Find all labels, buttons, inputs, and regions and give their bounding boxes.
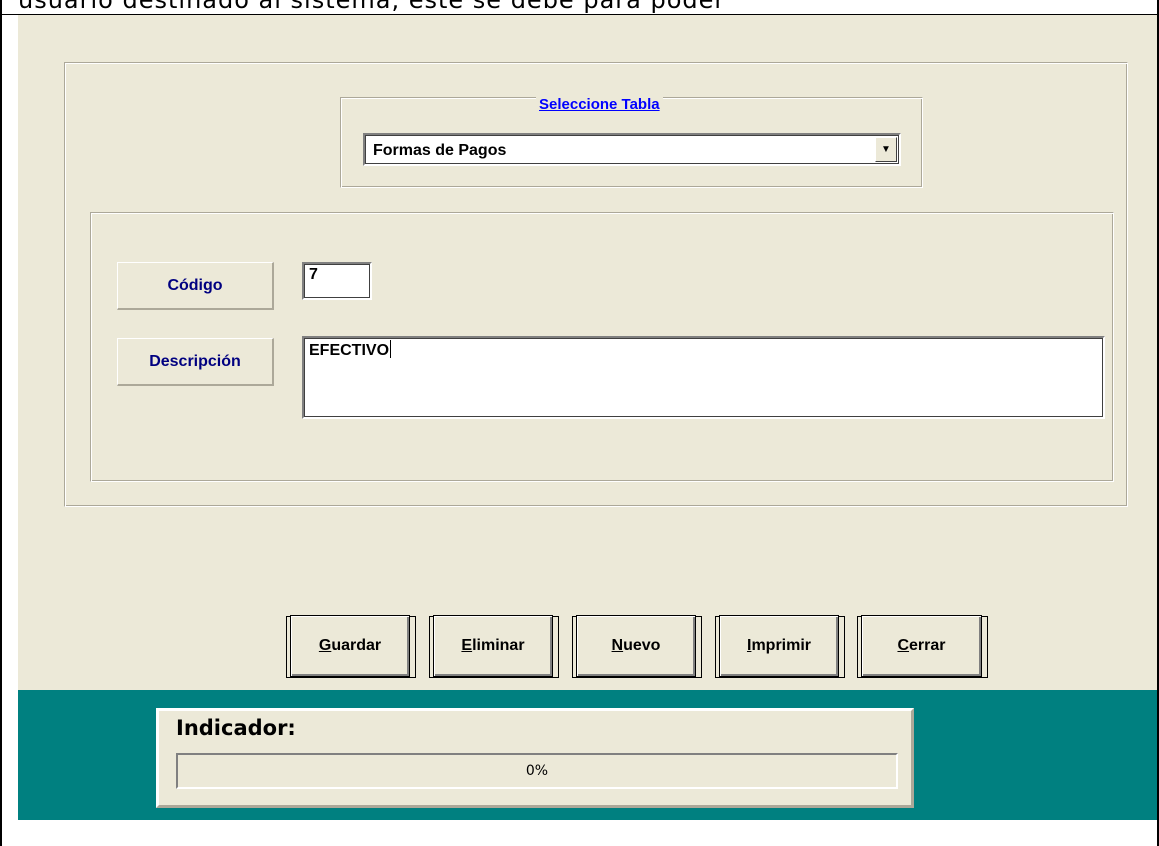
- text-caret: [390, 340, 392, 358]
- indicator-label: Indicador:: [176, 716, 296, 740]
- nuevo-button[interactable]: Nuevo: [576, 615, 696, 677]
- imprimir-label: mprimir: [751, 637, 812, 654]
- nuevo-label: uevo: [623, 637, 661, 654]
- table-select-value: Formas de Pagos: [373, 142, 507, 159]
- document-text-line: usuario destinado al sistema, este se de…: [18, 0, 726, 14]
- codigo-label: Código: [117, 262, 274, 310]
- eliminar-label: liminar: [472, 637, 525, 654]
- imprimir-button[interactable]: Imprimir: [719, 615, 839, 677]
- progress-bar: 0%: [176, 753, 898, 789]
- dropdown-arrow-icon[interactable]: ▼: [875, 137, 897, 162]
- eliminar-mnemonic: E: [461, 637, 473, 654]
- cerrar-label: errar: [909, 637, 946, 654]
- descripcion-field[interactable]: EFECTIVO: [302, 336, 1105, 419]
- guardar-button[interactable]: Guardar: [290, 615, 410, 677]
- table-select-label: Seleccione Tabla: [536, 96, 663, 113]
- cerrar-button[interactable]: Cerrar: [861, 615, 982, 677]
- nuevo-mnemonic: N: [611, 637, 624, 654]
- cerrar-mnemonic: C: [897, 637, 910, 654]
- guardar-mnemonic: G: [318, 637, 332, 654]
- descripcion-value: EFECTIVO: [309, 342, 390, 359]
- table-select-dropdown[interactable]: Formas de Pagos ▼: [363, 133, 901, 166]
- eliminar-button[interactable]: Eliminar: [433, 615, 553, 677]
- progress-text: 0%: [525, 763, 549, 779]
- codigo-field[interactable]: 7: [302, 262, 372, 300]
- descripcion-label: Descripción: [117, 338, 274, 386]
- document-border-left: [0, 0, 2, 846]
- guardar-label: uardar: [331, 637, 382, 654]
